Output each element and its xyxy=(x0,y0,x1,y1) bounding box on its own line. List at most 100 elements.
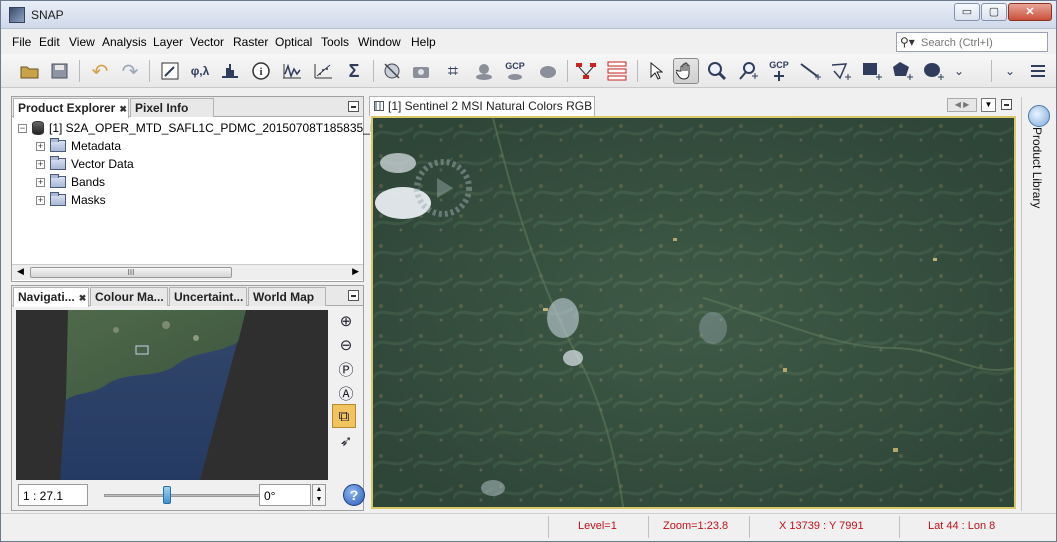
more-tools-chevron-icon[interactable]: ⌄ xyxy=(946,58,972,84)
expand-icon[interactable]: + xyxy=(36,159,45,169)
rotation-field[interactable]: 0° xyxy=(259,484,311,506)
zoom-pixel-icon[interactable]: Ⓟ xyxy=(332,356,360,382)
toolbar-overflow-chevron-icon[interactable]: ⌄ xyxy=(997,58,1023,84)
geo-coding-icon[interactable]: φ,λ xyxy=(187,58,213,84)
expand-icon[interactable]: + xyxy=(36,177,45,187)
undo-icon[interactable]: ↶ xyxy=(87,58,113,84)
close-button[interactable]: ✕ xyxy=(1008,3,1052,21)
menu-optical[interactable]: Optical xyxy=(275,35,312,49)
tab-navigation[interactable]: Navigati... ✖ xyxy=(13,287,89,307)
menu-window[interactable]: Window xyxy=(358,35,401,49)
product-explorer-tabbar: Product Explorer ✖ Pixel Info xyxy=(12,97,363,118)
tree-item-vector-data[interactable]: + Vector Data xyxy=(36,155,134,173)
band-maths-icon[interactable] xyxy=(157,58,183,84)
polyline-drawing-tool-icon[interactable] xyxy=(828,58,854,84)
redo-icon[interactable]: ↷ xyxy=(117,58,143,84)
zoom-slider-thumb[interactable] xyxy=(163,486,171,504)
minimize-panel-icon[interactable] xyxy=(348,101,359,112)
zoom-slider-track[interactable] xyxy=(104,494,262,497)
tree-item-masks[interactable]: + Masks xyxy=(36,191,106,209)
menu-layer[interactable]: Layer xyxy=(153,35,183,49)
horizontal-scrollbar[interactable]: ◀ III ▶ xyxy=(12,264,363,280)
menu-file[interactable]: File xyxy=(12,35,31,49)
status-separator xyxy=(749,516,750,538)
sync-views-icon[interactable]: ⧉ xyxy=(332,404,356,428)
menu-view[interactable]: View xyxy=(69,35,95,49)
graph-builder-icon[interactable] xyxy=(573,58,599,84)
tab-pixel-info[interactable]: Pixel Info xyxy=(130,98,214,117)
expand-icon[interactable]: + xyxy=(36,141,45,151)
information-icon[interactable]: i xyxy=(248,58,274,84)
minimize-button[interactable]: ▭ xyxy=(954,3,980,21)
tab-product-explorer[interactable]: Product Explorer ✖ xyxy=(13,98,129,118)
tab-world-map[interactable]: World Map xyxy=(248,287,326,306)
tab-image-view[interactable]: [1] Sentinel 2 MSI Natural Colors RGB✖ xyxy=(369,96,595,116)
spectrum-icon[interactable] xyxy=(279,58,305,84)
tree-item-metadata[interactable]: + Metadata xyxy=(36,137,121,155)
close-tab-icon[interactable]: ✖ xyxy=(119,104,127,114)
minimize-panel-icon[interactable] xyxy=(348,290,359,301)
tab-uncertainty[interactable]: Uncertaint... xyxy=(169,287,247,306)
select-tool-icon[interactable] xyxy=(643,58,669,84)
statistics-icon[interactable]: Σ xyxy=(341,58,367,84)
histogram-icon[interactable] xyxy=(217,58,243,84)
pin-placing-tool-icon[interactable] xyxy=(735,58,761,84)
tab-scroll-arrows[interactable]: ◀ ▶ xyxy=(947,98,977,112)
grid-icon[interactable]: ⌗ xyxy=(440,58,466,84)
menu-tools[interactable]: Tools xyxy=(321,35,349,49)
collapse-icon[interactable]: − xyxy=(18,123,27,133)
snap-app-icon xyxy=(9,7,25,23)
open-product-icon[interactable] xyxy=(17,58,43,84)
zoom-in-icon[interactable]: ⊕ xyxy=(332,308,360,334)
menu-analysis[interactable]: Analysis xyxy=(102,35,147,49)
maximize-button[interactable]: ▢ xyxy=(981,3,1007,21)
pin-manager-icon[interactable] xyxy=(471,58,497,84)
tab-colour-manipulation[interactable]: Colour Ma... xyxy=(90,287,168,306)
scatter-plot-icon[interactable] xyxy=(310,58,336,84)
toolbar-separator xyxy=(373,60,374,82)
product-library-label[interactable]: Product Library xyxy=(1030,127,1044,208)
save-product-icon[interactable] xyxy=(47,58,73,84)
search-icon[interactable]: ⚲▾ xyxy=(900,35,915,49)
search-input[interactable] xyxy=(921,35,1045,50)
ellipse-drawing-tool-icon[interactable] xyxy=(921,58,947,84)
tab-list-dropdown-icon[interactable]: ▼ xyxy=(981,98,996,112)
image-view[interactable] xyxy=(371,116,1016,509)
mask-manager-icon[interactable] xyxy=(535,58,561,84)
zoom-out-icon[interactable]: ⊖ xyxy=(332,332,360,358)
sync-cursor-icon[interactable]: ➶ xyxy=(332,428,360,454)
minimize-panel-icon[interactable] xyxy=(1001,99,1012,110)
help-icon[interactable]: ? xyxy=(343,484,365,506)
expand-icon[interactable]: + xyxy=(36,195,45,205)
toolbar-menu-icon[interactable] xyxy=(1025,58,1051,84)
navigation-overview[interactable] xyxy=(16,310,328,480)
batch-processing-icon[interactable] xyxy=(604,58,630,84)
tab-pixel-info-label: Pixel Info xyxy=(135,101,189,115)
menu-edit[interactable]: Edit xyxy=(39,35,60,49)
tree-product-root[interactable]: − [1] S2A_OPER_MTD_SAFL1C_PDMC_20150708T… xyxy=(18,119,405,137)
rotation-spinner[interactable]: ▲ ▼ xyxy=(312,484,326,506)
scroll-grip: III xyxy=(127,268,135,277)
pan-tool-icon[interactable] xyxy=(673,58,699,84)
tree-item-bands[interactable]: + Bands xyxy=(36,173,105,191)
line-drawing-tool-icon[interactable] xyxy=(797,58,823,84)
toolbar-separator xyxy=(637,60,638,82)
scroll-thumb[interactable]: III xyxy=(30,267,232,278)
camera-icon[interactable] xyxy=(409,58,435,84)
scroll-right-icon[interactable]: ▶ xyxy=(352,266,359,277)
zoom-all-icon[interactable]: Ⓐ xyxy=(332,380,360,406)
gcp-tool-icon[interactable]: GCP xyxy=(766,58,792,84)
visibility-icon[interactable] xyxy=(379,58,405,84)
rectangle-drawing-tool-icon[interactable] xyxy=(859,58,885,84)
menu-raster[interactable]: Raster xyxy=(233,35,268,49)
menu-vector[interactable]: Vector xyxy=(190,35,224,49)
menu-help[interactable]: Help xyxy=(411,35,436,49)
search-box[interactable]: ⚲▾ xyxy=(896,32,1048,52)
polygon-drawing-tool-icon[interactable] xyxy=(890,58,916,84)
close-tab-icon[interactable]: ✖ xyxy=(79,293,87,303)
scale-field[interactable]: 1 : 27.1 xyxy=(18,484,88,506)
scroll-left-icon[interactable]: ◀ xyxy=(17,266,24,277)
zoom-tool-icon[interactable] xyxy=(704,58,730,84)
gcp-manager-icon[interactable]: GCP xyxy=(502,58,528,84)
product-library-icon[interactable] xyxy=(1028,105,1050,127)
